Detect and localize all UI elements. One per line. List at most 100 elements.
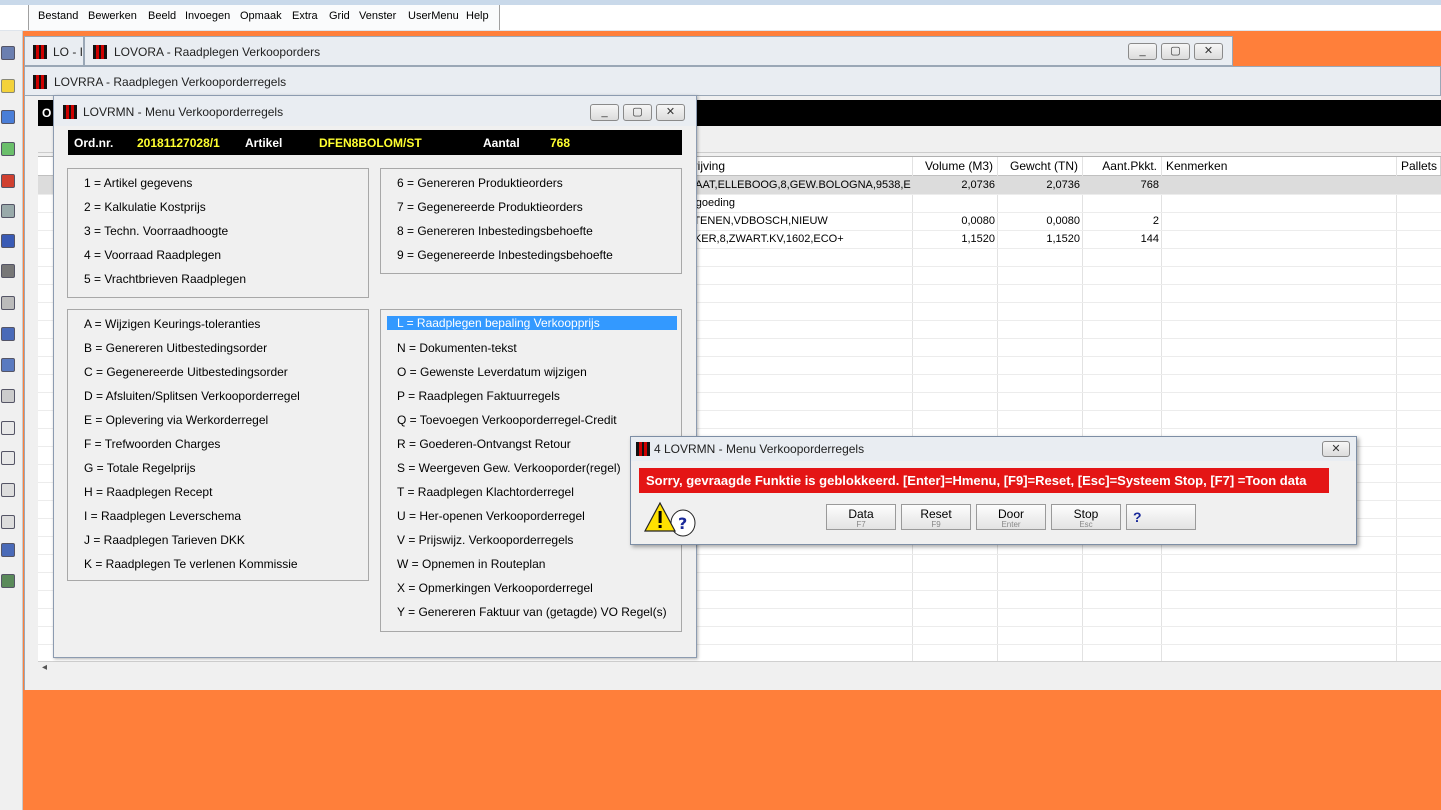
menu-option-9[interactable]: 9 = Gegenereerde Inbestedingsbehoefte (397, 248, 613, 262)
menu-option-q[interactable]: Q = Toevoegen Verkooporderregel-Credit (397, 413, 617, 427)
data-button[interactable]: Data F7 (826, 504, 896, 530)
menu-venster[interactable]: Venster (359, 10, 396, 22)
window-lovora[interactable]: LOVORA - Raadplegen Verkooporders _ ▢ ✕ (84, 36, 1233, 66)
menu-option-u[interactable]: U = Her-openen Verkooporderregel (397, 509, 585, 523)
export-icon[interactable] (1, 574, 15, 588)
column-header-kenmerken[interactable]: Kenmerken (1162, 157, 1397, 175)
tools-icon[interactable] (1, 296, 15, 310)
minimize-button[interactable]: _ (590, 104, 619, 121)
stop-button-key: Esc (1079, 520, 1093, 529)
maximize-button[interactable]: ▢ (623, 104, 652, 121)
cell-gewicht: 1,1520 (1046, 233, 1080, 245)
menu-option-2[interactable]: 2 = Kalkulatie Kostprijs (84, 200, 206, 214)
menu-option-r[interactable]: R = Goederen-Ontvangst Retour (397, 437, 571, 451)
close-button[interactable]: ✕ (1194, 43, 1223, 60)
menu-option-8[interactable]: 8 = Genereren Inbestedingsbehoefte (397, 224, 593, 238)
menu-option-d[interactable]: D = Afsluiten/Splitsen Verkooporderregel (84, 389, 300, 403)
menu-option-6[interactable]: 6 = Genereren Produktieorders (397, 176, 563, 190)
menu-extra[interactable]: Extra (292, 10, 318, 22)
menu-window[interactable]: LOVRMN - Menu Verkooporderregels _ ▢ ✕ O… (53, 95, 697, 658)
menu-option-o[interactable]: O = Gewenste Leverdatum wijzigen (397, 365, 587, 379)
menu-option-k[interactable]: K = Raadplegen Te verlenen Kommissie (84, 557, 298, 571)
help-button[interactable]: ? (1126, 504, 1196, 530)
window-lovrra[interactable]: LOVRRA - Raadplegen Verkooporderregels (24, 66, 1441, 96)
menu-option-j[interactable]: J = Raadplegen Tarieven DKK (84, 533, 245, 547)
menu-option-l-selected[interactable]: L = Raadplegen bepaling Verkoopprijs (387, 316, 677, 330)
stop-button[interactable]: Stop Esc (1051, 504, 1121, 530)
left-toolbar (0, 31, 23, 810)
menu-option-v[interactable]: V = Prijswijz. Verkooporderregels (397, 533, 573, 547)
menu-beeld[interactable]: Beeld (148, 10, 176, 22)
menu-help[interactable]: Help (466, 10, 489, 22)
error-dialog-titlebar[interactable]: 4 LOVRMN - Menu Verkooporderregels ✕ (631, 437, 1356, 461)
cell-desc: STENEN,VDBOSCH,NIEUW (686, 215, 828, 227)
paste-special-icon[interactable] (1, 515, 15, 529)
list-icon[interactable] (1, 264, 15, 278)
help-icon[interactable] (1, 79, 15, 93)
scroll-left-icon[interactable]: ◂ (42, 662, 47, 673)
menu-option-p[interactable]: P = Raadplegen Faktuurregels (397, 389, 560, 403)
cut-icon[interactable] (1, 421, 15, 435)
menu-option-c[interactable]: C = Gegenereerde Uitbestedingsorder (84, 365, 288, 379)
app-logo-icon (636, 442, 650, 456)
menu-option-a[interactable]: A = Wijzigen Keurings-toleranties (84, 317, 260, 331)
close-button[interactable]: ✕ (1322, 441, 1350, 457)
menu-option-7[interactable]: 7 = Gegenereerde Produktieorders (397, 200, 583, 214)
copy-icon[interactable] (1, 451, 15, 465)
window-icon[interactable] (1, 46, 15, 60)
menu-option-y[interactable]: Y = Genereren Faktuur van (getagde) VO R… (397, 605, 667, 619)
window-lo[interactable]: LO - I (24, 36, 84, 66)
door-button[interactable]: Door Enter (976, 504, 1046, 530)
menu-bewerken[interactable]: Bewerken (88, 10, 137, 22)
menu-option-b[interactable]: B = Genereren Uitbestedingsorder (84, 341, 267, 355)
column-header-omschrijving[interactable]: hrijving (683, 157, 913, 175)
paste-icon[interactable] (1, 483, 15, 497)
close-button[interactable]: ✕ (656, 104, 685, 121)
menu-option-i[interactable]: I = Raadplegen Leverschema (84, 509, 241, 523)
menu-usermenu[interactable]: UserMenu (408, 10, 459, 22)
document-icon[interactable] (1, 389, 15, 403)
column-header-volume[interactable]: Volume (M3) (913, 157, 998, 175)
cell-volume: 0,0080 (961, 215, 995, 227)
menu-grid[interactable]: Grid (329, 10, 350, 22)
column-header-pallets[interactable]: Pallets (1397, 157, 1441, 175)
horizontal-scrollbar[interactable]: ◂ (38, 661, 1441, 675)
error-dialog[interactable]: 4 LOVRMN - Menu Verkooporderregels ✕ Sor… (630, 436, 1357, 545)
menu-window-title: LOVRMN - Menu Verkooporderregels (83, 105, 284, 119)
menu-invoegen[interactable]: Invoegen (185, 10, 230, 22)
menu-option-4[interactable]: 4 = Voorraad Raadplegen (84, 248, 221, 262)
table-icon[interactable] (1, 234, 15, 248)
menu-option-h[interactable]: H = Raadplegen Recept (84, 485, 212, 499)
menu-option-w[interactable]: W = Opnemen in Routeplan (397, 557, 545, 571)
menu-option-t[interactable]: T = Raadplegen Klachtorderregel (397, 485, 574, 499)
window-lovora-title: LOVORA - Raadplegen Verkooporders (114, 45, 321, 59)
refresh-icon[interactable] (1, 142, 15, 156)
reset-button[interactable]: Reset F9 (901, 504, 971, 530)
settings-icon[interactable] (1, 543, 15, 557)
menu-option-5[interactable]: 5 = Vrachtbrieven Raadplegen (84, 272, 246, 286)
key-icon[interactable] (1, 174, 15, 188)
grid-icon[interactable] (1, 358, 15, 372)
minimize-button[interactable]: _ (1128, 43, 1157, 60)
window-lo-title: LO - I (53, 45, 84, 59)
column-header-aant-pkkt[interactable]: Aant.Pkkt. (1083, 157, 1162, 175)
menu-option-x[interactable]: X = Opmerkingen Verkooporderregel (397, 581, 593, 595)
menu-option-n[interactable]: N = Dokumenten-tekst (397, 341, 517, 355)
form-icon[interactable] (1, 327, 15, 341)
menu-bestand[interactable]: Bestand (38, 10, 78, 22)
menu-option-1[interactable]: 1 = Artikel gegevens (84, 176, 192, 190)
font-icon[interactable] (1, 110, 15, 124)
cell-desc: NKER,8,ZWART.KV,1602,ECO+ (686, 233, 844, 245)
menu-opmaak[interactable]: Opmaak (240, 10, 282, 22)
column-header-gewicht[interactable]: Gewcht (TN) (998, 157, 1083, 175)
app-logo-icon (33, 75, 47, 89)
menu-option-s[interactable]: S = Weergeven Gew. Verkooporder(regel) (397, 461, 621, 475)
maximize-button[interactable]: ▢ (1161, 43, 1190, 60)
menu-option-f[interactable]: F = Trefwoorden Charges (84, 437, 220, 451)
menu-window-titlebar[interactable]: LOVRMN - Menu Verkooporderregels _ ▢ ✕ (54, 96, 696, 126)
door-button-key: Enter (1001, 520, 1021, 529)
menu-option-e[interactable]: E = Oplevering via Werkorderregel (84, 413, 268, 427)
menu-option-3[interactable]: 3 = Techn. Voorraadhoogte (84, 224, 228, 238)
print-icon[interactable] (1, 204, 15, 218)
menu-option-g[interactable]: G = Totale Regelprijs (84, 461, 196, 475)
